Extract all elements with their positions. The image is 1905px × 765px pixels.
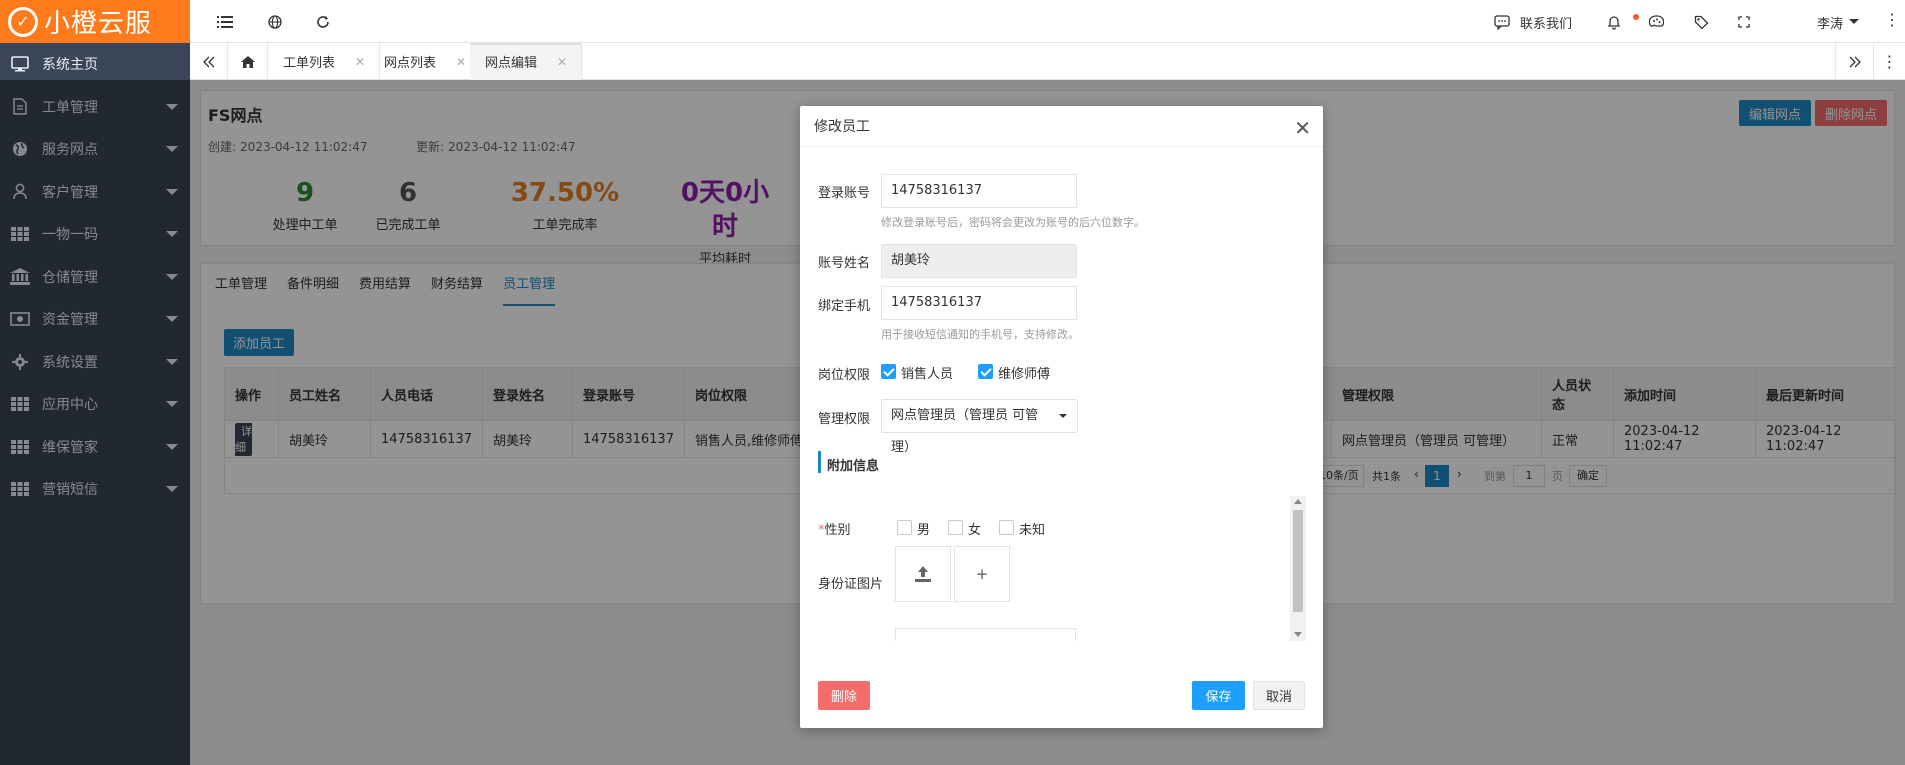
role-label: 岗位权限 — [818, 368, 871, 383]
scroll-up-icon[interactable] — [1294, 499, 1302, 504]
tab-work-order-list[interactable]: 工单列表 ✕ — [268, 43, 381, 80]
close-icon[interactable]: ✕ — [557, 55, 567, 69]
tag-icon[interactable] — [1690, 11, 1712, 33]
gender-checkbox-male[interactable] — [897, 520, 912, 535]
top-bar: 联系我们 李涛 ⋮ — [190, 0, 1905, 43]
tab-scroll-left-icon[interactable] — [190, 43, 228, 80]
user-menu[interactable]: 李涛 — [1817, 13, 1843, 32]
logo-text: 小橙云服 — [44, 9, 153, 39]
app-logo[interactable]: ✓ 小橙云服 — [0, 0, 190, 43]
tab-label: 工单列表 — [283, 56, 336, 71]
bind-phone-input[interactable]: 14758316137 — [881, 286, 1077, 320]
edit-employee-modal: 修改员工 ✕ 登录账号 14758316137 修改登录账号后，密码将会更改为账… — [800, 106, 1323, 728]
upload-icon — [915, 566, 931, 582]
gender-option-label: 女 — [968, 523, 982, 538]
login-account-label: 登录账号 — [818, 186, 871, 201]
delete-employee-button[interactable]: 删除 — [818, 681, 870, 710]
gender-label: *性别 — [818, 523, 851, 538]
close-icon[interactable]: ✕ — [456, 55, 466, 69]
modal-title: 修改员工 — [814, 119, 870, 135]
gender-option-label: 男 — [917, 523, 931, 538]
tab-scroll-right-icon[interactable] — [1835, 43, 1873, 80]
bell-icon[interactable] — [1603, 11, 1625, 33]
close-icon[interactable]: ✕ — [1294, 116, 1311, 140]
cancel-button[interactable]: 取消 — [1253, 681, 1305, 710]
account-name-label: 账号姓名 — [818, 256, 871, 271]
extra-field-input[interactable] — [895, 628, 1076, 641]
role-option-label: 销售人员 — [901, 367, 954, 382]
modal-header: 修改员工 ✕ — [800, 106, 1323, 147]
close-icon[interactable]: ✕ — [355, 55, 365, 69]
login-account-hint: 修改登录账号后，密码将会更改为账号的后六位数字。 — [881, 216, 1145, 229]
tab-label: 网点列表 — [384, 56, 437, 71]
monitor-icon — [10, 54, 30, 74]
gender-checkbox-female[interactable] — [948, 520, 963, 535]
chat-icon[interactable] — [1491, 11, 1513, 33]
tab-bar: 工单列表 ✕ 网点列表 ✕ 网点编辑 ✕ ⋮ — [190, 43, 1905, 80]
menu-toggle-icon[interactable] — [214, 11, 236, 33]
bind-phone-hint: 用于接收短信通知的手机号，支持修改。 — [881, 328, 1079, 341]
role-option-label: 维修师傅 — [998, 367, 1051, 382]
save-button[interactable]: 保存 — [1192, 681, 1245, 710]
extra-info-title: 附加信息 — [827, 459, 880, 474]
logo-icon: ✓ — [8, 6, 38, 37]
scrollbar[interactable] — [1290, 496, 1306, 641]
role-checkbox-repair[interactable] — [978, 364, 993, 379]
palette-icon[interactable] — [1645, 11, 1667, 33]
tab-label: 网点编辑 — [485, 56, 538, 71]
account-name-input: 胡美玲 — [881, 244, 1077, 278]
contact-us-link[interactable]: 联系我们 — [1520, 13, 1572, 32]
login-account-input[interactable]: 14758316137 — [881, 174, 1077, 208]
scroll-down-icon[interactable] — [1294, 632, 1302, 637]
extra-info-scroll: *性别 男 女 未知 身份证图片 + — [818, 496, 1290, 641]
id-photo-label: 身份证图片 — [818, 577, 884, 592]
section-accent — [818, 451, 821, 473]
admin-select[interactable]: 网点管理员（管理员 可管理） — [881, 399, 1078, 455]
gender-option-label: 未知 — [1019, 523, 1046, 538]
chevron-down-icon — [1059, 414, 1067, 418]
notification-dot — [1633, 14, 1639, 20]
add-photo-button[interactable]: + — [954, 546, 1010, 602]
sidebar-item-label: 系统主页 — [42, 57, 98, 74]
gender-checkbox-unknown[interactable] — [999, 520, 1014, 535]
tab-site-list[interactable]: 网点列表 ✕ — [369, 43, 482, 80]
role-checkbox-sales[interactable] — [881, 364, 896, 379]
upload-button[interactable] — [895, 546, 951, 602]
more-vertical-icon[interactable]: ⋮ — [1884, 12, 1900, 28]
fullscreen-icon[interactable] — [1733, 11, 1755, 33]
refresh-icon[interactable] — [312, 11, 334, 33]
bind-phone-label: 绑定手机 — [818, 299, 871, 314]
user-caret-icon[interactable] — [1849, 19, 1859, 24]
scrollbar-thumb[interactable] — [1293, 510, 1303, 612]
tab-home-icon[interactable] — [228, 43, 268, 80]
globe-icon[interactable] — [264, 11, 286, 33]
admin-label: 管理权限 — [818, 412, 871, 427]
tab-menu-icon[interactable]: ⋮ — [1873, 43, 1905, 80]
tab-site-edit[interactable]: 网点编辑 ✕ — [470, 43, 583, 80]
